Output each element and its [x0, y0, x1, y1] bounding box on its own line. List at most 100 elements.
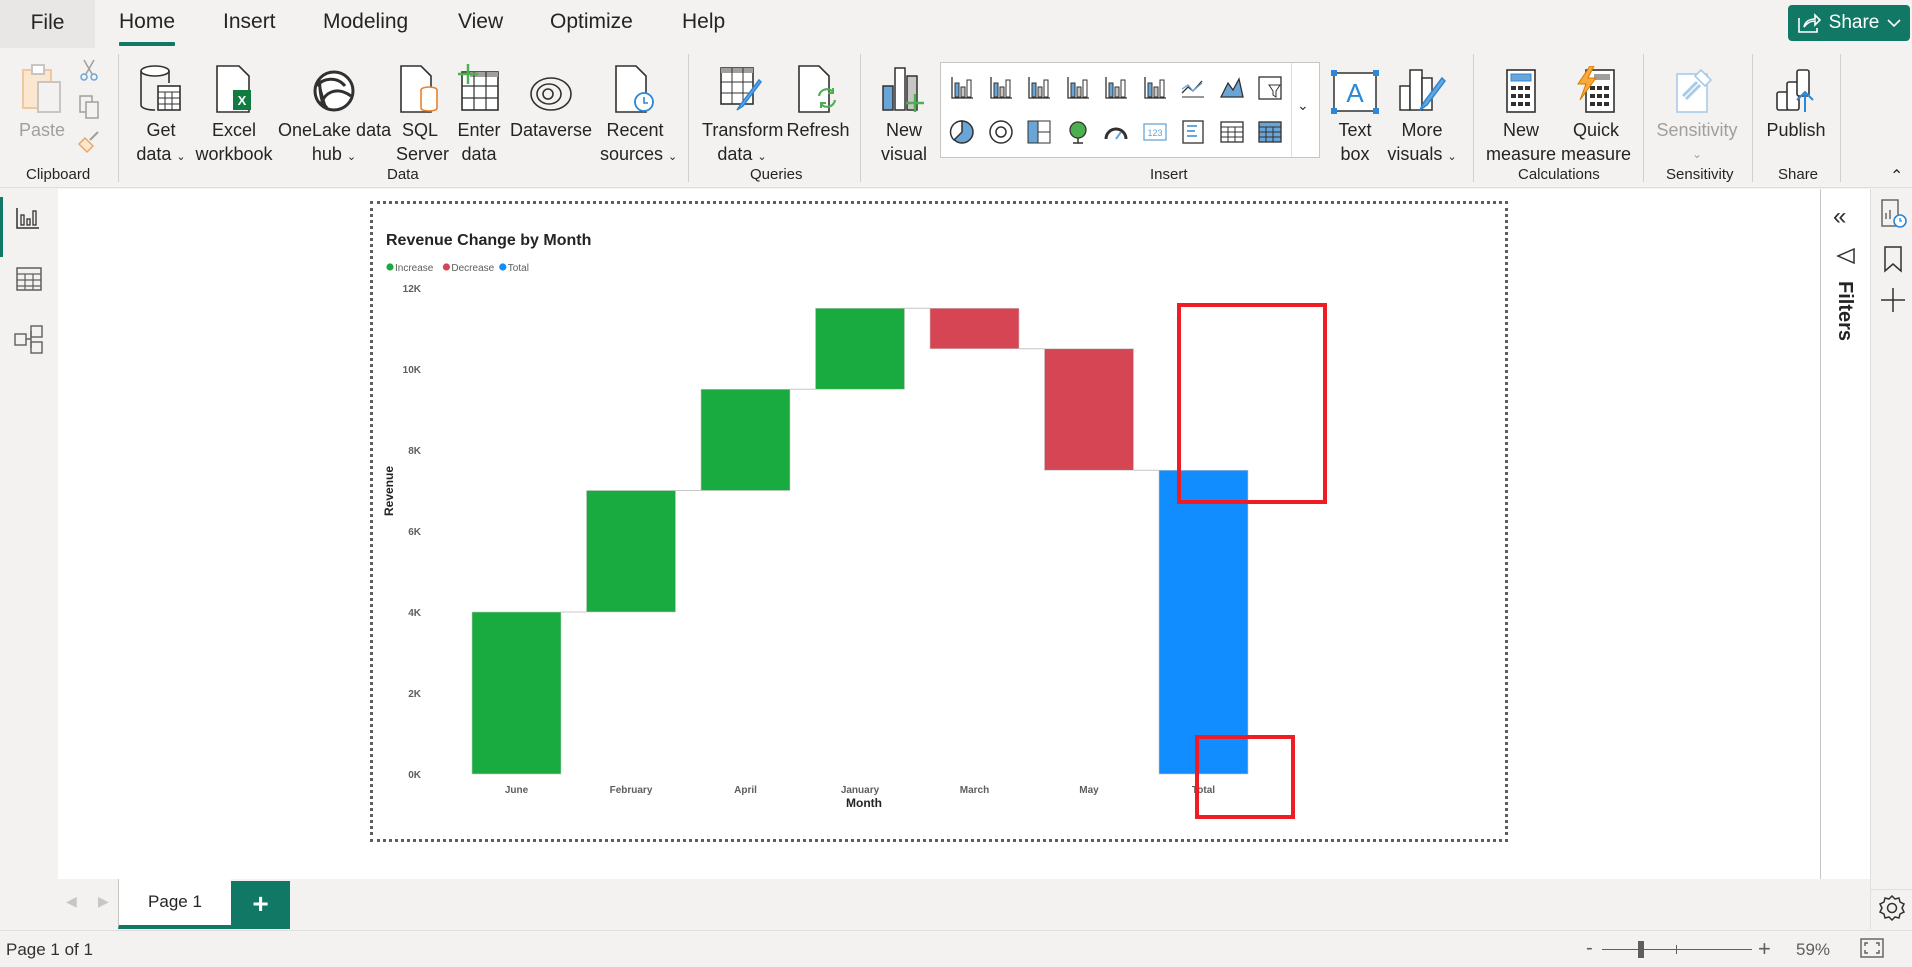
line-stacked-column-icon: [1105, 77, 1127, 99]
gallery-item-treemap[interactable]: [1024, 117, 1054, 147]
settings-button[interactable]: [1877, 893, 1907, 928]
tab-modeling[interactable]: Modeling: [323, 10, 408, 34]
tab-insert[interactable]: Insert: [223, 10, 276, 34]
zoom-slider-track[interactable]: [1602, 949, 1752, 950]
gallery-expand-button[interactable]: ⌄: [1297, 97, 1309, 114]
gallery-item-line-stacked-column[interactable]: [1101, 73, 1131, 103]
paste-button[interactable]: Paste: [14, 58, 70, 142]
get-data-button[interactable]: Get data ⌄: [132, 58, 190, 169]
donut-chart-icon: [988, 120, 1013, 144]
transform-data-button[interactable]: Transform data ⌄: [702, 58, 783, 169]
refresh-button[interactable]: Refresh: [786, 58, 850, 142]
more-visuals-button[interactable]: More visuals ⌄: [1386, 58, 1458, 169]
gallery-item-stacked-bar[interactable]: [947, 73, 977, 103]
new-visual-button[interactable]: New visual: [876, 58, 932, 166]
bar-march: [929, 307, 1020, 350]
waterfall-chart: Revenue Change by Month Increase Decrease…: [382, 232, 1249, 810]
tab-view[interactable]: View: [458, 10, 503, 34]
add-pane-button[interactable]: [1880, 287, 1906, 318]
recent-sources-button[interactable]: Recent sources ⌄: [600, 58, 677, 169]
gallery-item-donut-chart[interactable]: [986, 117, 1016, 147]
chart-title: Revenue Change by Month: [386, 232, 591, 249]
fit-to-page-button[interactable]: [1860, 938, 1884, 963]
collapse-ribbon-button[interactable]: ⌃: [1890, 166, 1903, 186]
view-switcher-rail: [0, 189, 58, 879]
share-label: Share: [1828, 12, 1880, 33]
model-view-button[interactable]: [14, 325, 44, 360]
filters-label[interactable]: Filters: [1833, 281, 1856, 341]
group-separator: [1752, 54, 1753, 182]
tab-optimize[interactable]: Optimize: [550, 10, 633, 34]
gallery-item-multi-row-card[interactable]: [1178, 117, 1208, 147]
excel-label: Excel: [211, 120, 256, 140]
zoom-out-button[interactable]: -: [1586, 937, 1593, 960]
recent-sources-label-2: sources: [600, 144, 664, 164]
highlight-box-may-bar: [1177, 303, 1327, 504]
group-separator: [1643, 54, 1644, 182]
table-view-button[interactable]: [16, 267, 42, 296]
format-painter-icon: [77, 131, 99, 154]
gallery-item-clustered-column[interactable]: [1063, 73, 1093, 103]
sensitivity-button[interactable]: Sensitivity ⌄: [1656, 58, 1738, 166]
report-view-button[interactable]: [16, 207, 40, 234]
sql-label: SQL: [401, 120, 439, 140]
new-visual-icon: [882, 67, 924, 112]
onelake-label: OneLake data: [278, 120, 392, 140]
sql-server-button[interactable]: SQL Server: [396, 58, 449, 166]
waterfall-visual[interactable]: Revenue Change by Month Increase Decrease…: [370, 201, 1508, 842]
gallery-item-matrix[interactable]: [1255, 117, 1285, 147]
onelake-data-hub-button[interactable]: OneLake data hub ⌄: [278, 58, 392, 169]
excel-label-2: workbook: [195, 144, 273, 164]
page-tab-page-1[interactable]: Page 1: [118, 879, 231, 929]
new-measure-button[interactable]: New measure: [1486, 58, 1556, 166]
enter-data-label: Enter: [457, 120, 501, 140]
copy-button[interactable]: [78, 94, 100, 125]
zoom-slider-thumb[interactable]: [1637, 941, 1644, 958]
plus-icon: [1881, 288, 1905, 312]
x-tick-label: January: [841, 785, 880, 796]
text-box-button[interactable]: A Text box: [1330, 58, 1380, 166]
gallery-item-map[interactable]: [1063, 117, 1093, 147]
performance-analyzer-button[interactable]: [1881, 199, 1907, 234]
tab-home[interactable]: Home: [119, 10, 176, 46]
gallery-item-card[interactable]: 123: [1140, 117, 1170, 147]
gallery-item-table[interactable]: [1217, 117, 1247, 147]
excel-workbook-button[interactable]: X Excel workbook: [194, 58, 274, 166]
y-tick-label: 12K: [403, 284, 422, 295]
caret-right-icon: ▶: [98, 893, 109, 909]
more-visuals-label: More: [1401, 120, 1443, 140]
tab-file[interactable]: File: [0, 0, 95, 48]
add-page-button[interactable]: +: [231, 881, 290, 929]
gallery-item-stacked-column[interactable]: [986, 73, 1016, 103]
group-label-sensitivity: Sensitivity: [1666, 166, 1734, 183]
group-label-share: Share: [1778, 166, 1819, 183]
gallery-item-gauge[interactable]: [1101, 117, 1131, 147]
dataverse-button[interactable]: Dataverse: [510, 58, 592, 142]
gallery-item-area-chart[interactable]: [1217, 73, 1247, 103]
tab-help[interactable]: Help: [682, 10, 725, 34]
gallery-item-line-clustered-column[interactable]: [1140, 73, 1170, 103]
legend-label-total: Total: [508, 263, 529, 274]
gallery-item-line-chart[interactable]: [1178, 73, 1208, 103]
chevron-down-icon: ⌄: [1447, 151, 1457, 163]
enter-data-button[interactable]: Enter data: [454, 58, 504, 166]
y-tick-label: 6K: [408, 527, 422, 538]
next-page-button[interactable]: ▶: [98, 893, 109, 910]
cut-button[interactable]: [78, 58, 100, 87]
bookmarks-button[interactable]: [1883, 245, 1903, 278]
svg-text:123: 123: [1147, 128, 1162, 138]
publish-button[interactable]: Publish: [1764, 58, 1828, 142]
zoom-in-button[interactable]: +: [1758, 936, 1771, 962]
clustered-bar-icon: [1028, 77, 1050, 99]
x-axis-title: Month: [846, 796, 882, 810]
y-tick-label: 10K: [403, 365, 422, 376]
gallery-item-pie-chart[interactable]: [947, 117, 977, 147]
prev-page-button[interactable]: ◀: [66, 893, 77, 910]
y-tick-label: 4K: [408, 608, 422, 619]
format-painter-button[interactable]: [76, 130, 102, 161]
expand-filters-button[interactable]: «: [1833, 203, 1846, 231]
gallery-item-funnel[interactable]: [1255, 73, 1285, 103]
quick-measure-button[interactable]: Quick measure: [1560, 58, 1632, 166]
share-button[interactable]: Share: [1788, 5, 1910, 41]
gallery-item-clustered-bar[interactable]: [1024, 73, 1054, 103]
